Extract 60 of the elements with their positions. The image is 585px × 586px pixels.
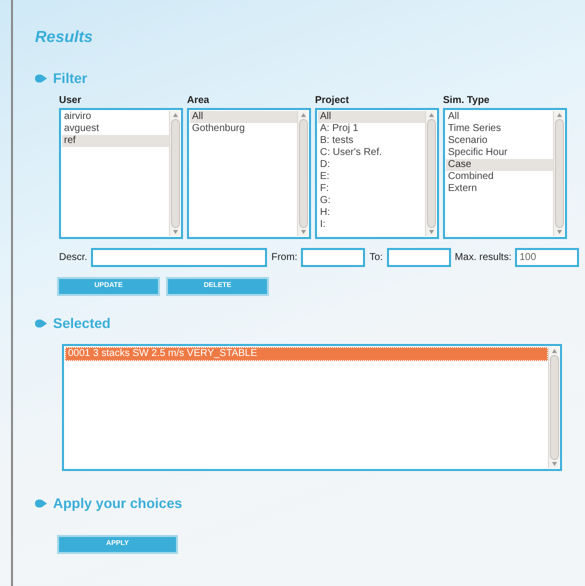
list-item[interactable]: D:	[318, 159, 425, 171]
scroll-down-icon[interactable]	[172, 230, 178, 234]
input-field[interactable]: 100	[515, 248, 580, 267]
list-item[interactable]: All	[190, 111, 297, 123]
scrollbar-thumb[interactable]	[170, 119, 180, 228]
bullet-icon	[35, 499, 47, 508]
list-box[interactable]: All Time Series Scenario Specific Hour Case Combined Extern	[443, 108, 567, 239]
list-item[interactable]: B: tests	[318, 135, 425, 147]
scrollbar-thumb[interactable]	[426, 119, 436, 228]
scroll-up-icon[interactable]	[552, 349, 556, 353]
list-box[interactable]: All A: Proj 1 B: tests C: User's Ref. D: E: F: G: H: I:	[315, 108, 439, 239]
list-item[interactable]: I:	[318, 219, 425, 231]
list-item[interactable]: Specific Hour	[446, 147, 553, 159]
list-item[interactable]: All	[446, 111, 553, 123]
scroll-down-icon[interactable]	[428, 230, 434, 234]
scroll-up-icon[interactable]	[300, 113, 306, 117]
scroll-down-icon[interactable]	[552, 462, 556, 466]
section-heading: Apply your choices	[53, 494, 182, 513]
list-item[interactable]: Time Series	[446, 123, 553, 135]
field-label: Max. results:	[454, 251, 512, 265]
list-item[interactable]: G:	[318, 195, 425, 207]
list-item[interactable]: airviro	[62, 111, 169, 123]
scrollbar-thumb[interactable]	[298, 119, 308, 228]
page-title: Results	[35, 28, 94, 48]
list-item[interactable]: Combined	[446, 171, 553, 183]
scrollbar-thumb[interactable]	[550, 355, 558, 460]
input-field[interactable]	[91, 248, 268, 267]
scroll-up-icon[interactable]	[556, 113, 562, 117]
list-item[interactable]: F:	[318, 183, 425, 195]
list-box[interactable]: All Gothenburg	[187, 108, 311, 239]
field-label: To:	[369, 251, 383, 265]
bullet-icon	[35, 319, 47, 328]
scroll-down-icon[interactable]	[300, 230, 306, 234]
scroll-down-icon[interactable]	[556, 230, 562, 234]
scroll-up-icon[interactable]	[428, 113, 434, 117]
column-label: Sim. Type	[443, 95, 490, 107]
bullet-icon	[35, 74, 47, 83]
input-field[interactable]	[301, 248, 366, 267]
list-item[interactable]: avguest	[62, 123, 169, 135]
input-field[interactable]	[386, 248, 451, 267]
column-label: Area	[187, 95, 210, 107]
section-heading: Filter	[53, 69, 88, 88]
column-label: User	[59, 95, 82, 107]
list-item[interactable]: Case	[446, 159, 553, 171]
field-label: From:	[271, 251, 298, 265]
list-item[interactable]: H:	[318, 207, 425, 219]
scrollbar-thumb[interactable]	[554, 119, 564, 228]
field-label: Descr.	[59, 251, 88, 265]
list-item[interactable]: Gothenburg	[190, 123, 297, 135]
list-box[interactable]: airviro avguest ref	[59, 108, 183, 239]
list-item[interactable]: ref	[62, 135, 169, 147]
list-item[interactable]: Extern	[446, 183, 553, 195]
column-label: Project	[315, 95, 350, 107]
list-item[interactable]: A: Proj 1	[318, 123, 425, 135]
list-item[interactable]: All	[318, 111, 425, 123]
list-item[interactable]: Scenario	[446, 135, 553, 147]
list-item[interactable]: C: User's Ref.	[318, 147, 425, 159]
section-heading: Selected	[53, 314, 111, 333]
list-item[interactable]: E:	[318, 171, 425, 183]
scroll-up-icon[interactable]	[172, 113, 178, 117]
